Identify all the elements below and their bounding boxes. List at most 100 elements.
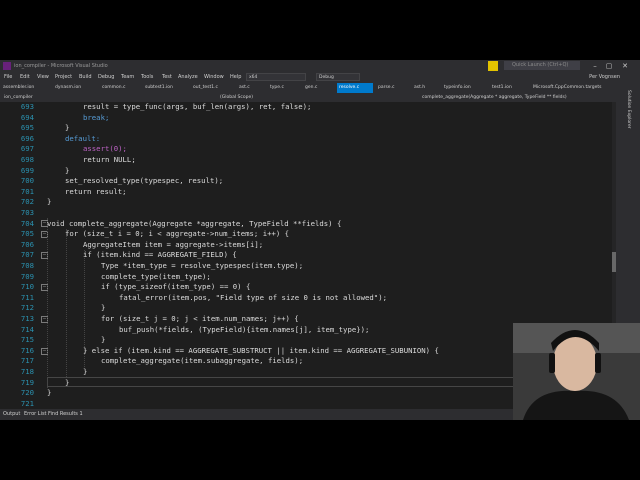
menu-tools[interactable]: Tools	[141, 74, 153, 80]
code-line[interactable]: buf_push(*fields, (TypeField){item.names…	[47, 325, 369, 334]
menu-edit[interactable]: Edit	[20, 74, 30, 80]
platform-select[interactable]: x64	[246, 73, 306, 81]
code-line[interactable]: }	[47, 367, 87, 376]
window-title: ion_compiler - Microsoft Visual Studio	[14, 63, 108, 69]
code-line[interactable]: return result;	[47, 187, 127, 196]
tab-dynasm[interactable]: dynasm.ion	[55, 83, 100, 93]
line-number: 706	[20, 239, 34, 249]
visual-studio-icon	[3, 62, 11, 70]
tab-test1[interactable]: test1.ion	[492, 83, 530, 93]
letterbox-top	[0, 0, 640, 60]
quick-launch-input[interactable]: Quick Launch (Ctrl+Q)	[504, 61, 580, 70]
menu-team[interactable]: Team	[121, 74, 134, 80]
code-line[interactable]: complete_aggregate(item.subaggregate, fi…	[47, 356, 303, 365]
code-line[interactable]: AggregateItem item = aggregate->items[i]…	[47, 240, 263, 249]
code-line[interactable]: }	[47, 335, 105, 344]
line-number: 720	[20, 388, 34, 398]
code-line[interactable]: if (type_sizeof(item_type) == 0) {	[47, 282, 250, 291]
line-number: 694	[20, 112, 34, 122]
code-line[interactable]: return NULL;	[47, 155, 136, 164]
code-line[interactable]: Type *item_type = resolve_typespec(item.…	[47, 261, 303, 270]
tab-subtest1[interactable]: subtest1.ion	[145, 83, 190, 93]
line-number: 693	[20, 102, 34, 111]
document-tabs: assembler.ion dynasm.ion common.c subtes…	[0, 82, 616, 93]
user-name[interactable]: Per Vognsen	[589, 74, 620, 80]
line-number: 708	[20, 261, 34, 270]
notification-flag-icon[interactable]	[488, 61, 498, 71]
menu-bar: File Edit View Project Build Debug Team …	[0, 72, 640, 82]
line-number: 717	[20, 356, 34, 366]
tab-find-results[interactable]: Find Results 1	[48, 411, 83, 417]
tab-gen[interactable]: gen.c	[305, 83, 335, 93]
tab-type[interactable]: type.c	[270, 83, 303, 93]
line-number: 714	[20, 324, 34, 334]
tab-cppcommon-targets[interactable]: Microsoft.CppCommon.targets	[533, 83, 613, 93]
line-number: 704	[20, 218, 34, 228]
title-bar: ion_compiler - Microsoft Visual Studio Q…	[0, 60, 640, 72]
line-number: 715	[20, 335, 34, 345]
line-number: 713	[20, 314, 34, 323]
line-number: 712	[20, 303, 34, 313]
line-number: 695	[20, 123, 34, 133]
code-line[interactable]: } else if (item.kind == AGGREGATE_SUBSTR…	[47, 346, 439, 355]
code-line[interactable]: set_resolved_type(typespec, result);	[47, 176, 223, 185]
line-number: 710	[20, 282, 34, 292]
menu-help[interactable]: Help	[230, 74, 241, 80]
line-number: 711	[20, 292, 34, 302]
tab-parse[interactable]: parse.c	[378, 83, 412, 93]
tab-error-list[interactable]: Error List	[24, 411, 47, 417]
menu-analyze[interactable]: Analyze	[178, 74, 198, 80]
line-number: 703	[20, 208, 34, 217]
code-line[interactable]: if (item.kind == AGGREGATE_FIELD) {	[47, 250, 237, 259]
menu-test[interactable]: Test	[162, 74, 172, 80]
code-line[interactable]: }	[47, 388, 51, 397]
code-line[interactable]: }	[47, 303, 105, 312]
letterbox-bottom	[0, 420, 640, 480]
code-line[interactable]: void complete_aggregate(Aggregate *aggre…	[47, 219, 341, 228]
minimize-button[interactable]: –	[590, 61, 600, 71]
line-number: 701	[20, 186, 34, 196]
close-button[interactable]: ✕	[620, 61, 630, 71]
code-line[interactable]: }	[47, 123, 69, 132]
code-line[interactable]: }	[47, 166, 69, 175]
code-line[interactable]: for (size_t i = 0; i < aggregate->num_it…	[47, 229, 289, 238]
menu-build[interactable]: Build	[79, 74, 92, 80]
line-number: 696	[20, 133, 34, 143]
line-number: 698	[20, 155, 34, 164]
menu-file[interactable]: File	[4, 74, 12, 80]
visual-studio-window: ion_compiler - Microsoft Visual Studio Q…	[0, 60, 640, 420]
line-number: 718	[20, 367, 34, 376]
tab-typeinfo[interactable]: typeinfo.ion	[444, 83, 489, 93]
tab-common[interactable]: common.c	[102, 83, 142, 93]
code-line[interactable]: fatal_error(item.pos, "Field type of siz…	[47, 293, 387, 302]
tab-ast-c[interactable]: ast.c	[239, 83, 267, 93]
code-line[interactable]: assert(0);	[47, 144, 127, 153]
function-dropdown[interactable]: complete_aggregate(Aggregate * aggregate…	[420, 94, 612, 101]
tab-ast-h[interactable]: ast.h	[414, 83, 442, 93]
line-number: 707	[20, 250, 34, 260]
line-number: 700	[20, 176, 34, 186]
line-number: 705	[20, 229, 34, 239]
scope-dropdown[interactable]: (Global Scope)	[218, 94, 398, 101]
menu-debug[interactable]: Debug	[98, 74, 114, 80]
line-number: 719	[20, 377, 34, 387]
code-line[interactable]: break;	[47, 113, 109, 122]
menu-view[interactable]: View	[37, 74, 49, 80]
code-line[interactable]: for (size_t j = 0; j < item.num_names; j…	[47, 314, 299, 323]
menu-project[interactable]: Project	[55, 74, 72, 80]
tab-out-test1[interactable]: out_test1.c	[193, 83, 236, 93]
code-line[interactable]: complete_type(item_type);	[47, 272, 211, 281]
code-line[interactable]: default:	[47, 134, 100, 143]
webcam-overlay	[513, 323, 640, 420]
project-dropdown[interactable]: ion_compiler	[2, 94, 202, 101]
code-line[interactable]: }	[47, 197, 51, 206]
tab-assembler[interactable]: assembler.ion	[3, 83, 53, 93]
tab-output[interactable]: Output	[3, 411, 20, 417]
line-number: 699	[20, 165, 34, 175]
maximize-button[interactable]: ▢	[604, 61, 614, 71]
configuration-select[interactable]: Debug	[316, 73, 360, 81]
tab-resolve[interactable]: resolve.c	[337, 83, 373, 93]
menu-window[interactable]: Window	[204, 74, 224, 80]
code-line[interactable]: result = type_func(args, buf_len(args), …	[47, 102, 311, 111]
solution-explorer-label[interactable]: Solution Explorer	[626, 90, 631, 129]
